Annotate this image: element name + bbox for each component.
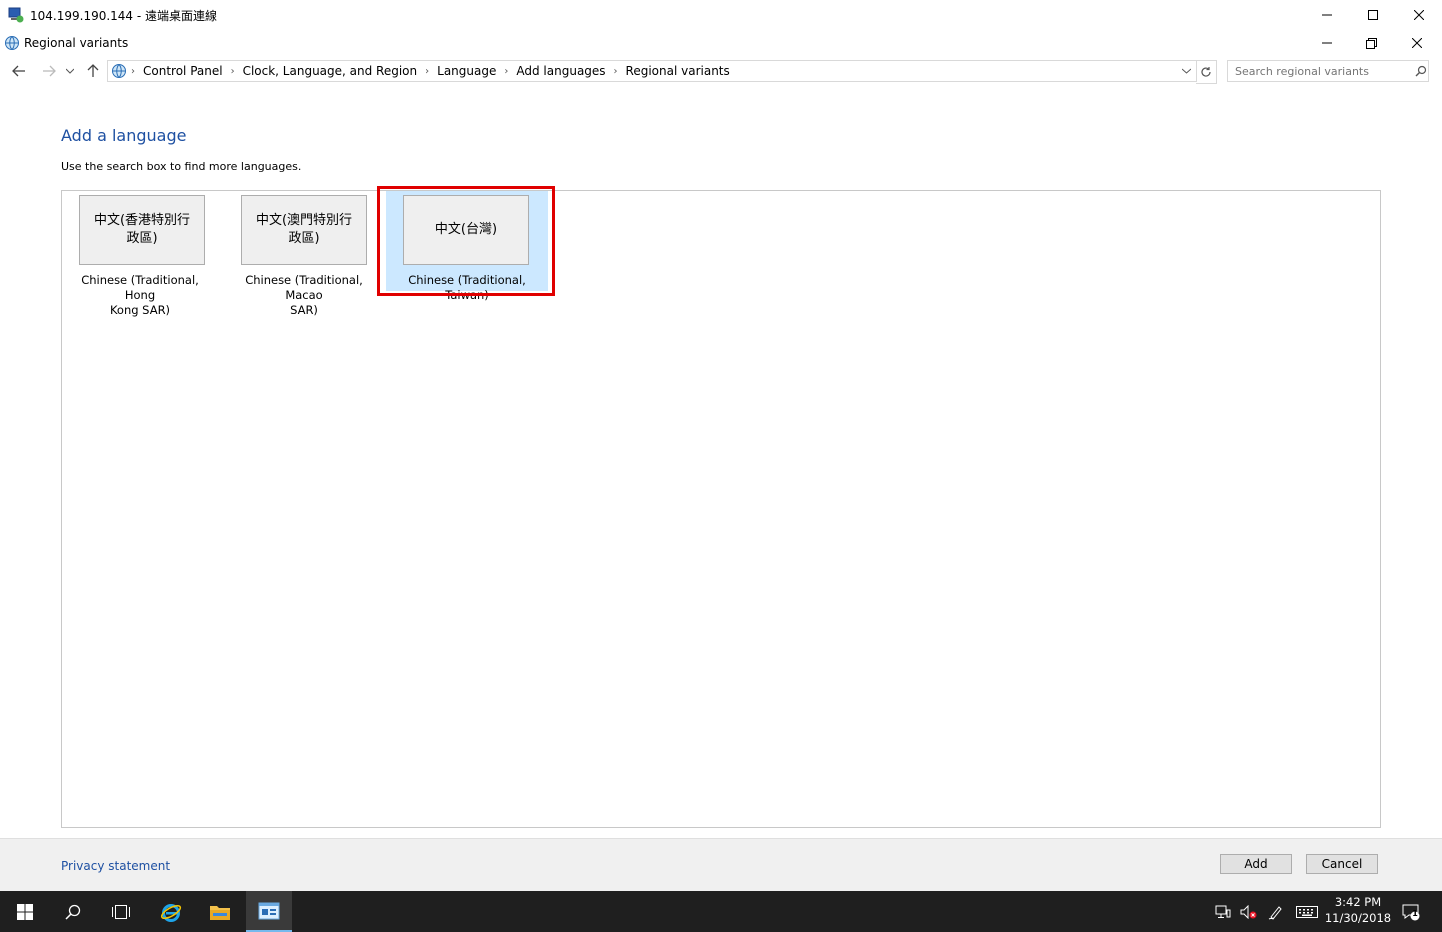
window-title-bar: Regional variants: [0, 30, 1442, 56]
close-button[interactable]: [1394, 28, 1440, 58]
breadcrumb-separator[interactable]: ›: [227, 66, 239, 77]
address-bar[interactable]: › Control Panel › Clock, Language, and R…: [107, 60, 1197, 82]
window-title: Regional variants: [24, 36, 129, 50]
taskbar-search-button[interactable]: [50, 891, 96, 932]
navigation-bar: › Control Panel › Clock, Language, and R…: [0, 58, 1442, 84]
close-icon: [1412, 38, 1422, 48]
folder-icon: [210, 905, 230, 920]
rdp-app-icon: [8, 7, 24, 23]
chevron-down-icon: [66, 68, 74, 74]
breadcrumb-clock-language-region[interactable]: Clock, Language, and Region: [239, 64, 422, 78]
chevron-down-icon: [1182, 68, 1191, 74]
rdp-maximize-button[interactable]: [1350, 0, 1396, 30]
close-icon: [1414, 10, 1424, 20]
language-tile-caption: Chinese (Traditional, Hong Kong SAR): [81, 273, 199, 317]
instruction-text: Use the search box to find more language…: [61, 160, 302, 173]
minimize-icon: [1322, 42, 1332, 44]
rdp-minimize-button[interactable]: [1304, 0, 1350, 30]
minimize-button[interactable]: [1304, 28, 1350, 58]
back-button[interactable]: [10, 62, 28, 80]
address-dropdown-button[interactable]: [1182, 68, 1191, 74]
rdp-close-button[interactable]: [1396, 0, 1442, 30]
search-input[interactable]: [1233, 63, 1407, 79]
notification-count-badge: 1: [1412, 909, 1418, 918]
language-tile-native-name: 中文(澳門特別行 政區): [241, 195, 367, 265]
language-tile-hong-kong[interactable]: 中文(香港特別行 政區) Chinese (Traditional, Hong Ko…: [69, 195, 225, 317]
task-view-icon: [112, 904, 130, 919]
breadcrumb-language[interactable]: Language: [433, 64, 500, 78]
breadcrumb-separator[interactable]: ›: [127, 66, 139, 77]
cancel-button[interactable]: Cancel: [1306, 854, 1378, 874]
taskbar: 3:42 PM 11/30/2018 1: [0, 891, 1442, 932]
clock-time: 3:42 PM: [1334, 895, 1382, 909]
search-icon[interactable]: [1415, 65, 1427, 77]
rdp-title-bar: 104.199.190.144 - 遠端桌面連線: [0, 0, 1442, 30]
breadcrumb-separator[interactable]: ›: [421, 66, 433, 77]
control-panel-icon: [111, 63, 127, 79]
clock-date: 11/30/2018: [1324, 911, 1392, 925]
up-button[interactable]: [84, 62, 102, 80]
forward-button[interactable]: [40, 62, 58, 80]
arrow-right-icon: [43, 65, 56, 77]
globe-icon: [4, 35, 20, 51]
network-icon[interactable]: [1210, 891, 1236, 932]
arrow-left-icon: [12, 65, 25, 77]
internet-explorer-icon: [160, 903, 182, 922]
breadcrumb-control-panel[interactable]: Control Panel: [139, 64, 227, 78]
breadcrumb-separator[interactable]: ›: [500, 66, 512, 77]
action-center-button[interactable]: 1: [1396, 891, 1426, 932]
breadcrumb-separator[interactable]: ›: [610, 66, 622, 77]
touch-keyboard-icon[interactable]: [1292, 891, 1322, 932]
maximize-icon: [1368, 10, 1378, 20]
page-title: Add a language: [61, 126, 187, 145]
task-view-button[interactable]: [98, 891, 144, 932]
language-tile-caption: Chinese (Traditional, Macao SAR): [245, 273, 363, 317]
refresh-button[interactable]: [1196, 60, 1217, 84]
file-explorer-button[interactable]: [197, 891, 243, 932]
system-clock[interactable]: 3:42 PM 11/30/2018: [1322, 894, 1394, 926]
restore-button[interactable]: [1348, 28, 1394, 58]
search-box[interactable]: [1227, 60, 1429, 82]
search-icon: [65, 904, 81, 920]
restore-icon: [1365, 37, 1377, 49]
windows-logo-icon: [17, 903, 33, 920]
privacy-statement-link[interactable]: Privacy statement: [61, 859, 170, 873]
rdp-title: 104.199.190.144 - 遠端桌面連線: [30, 9, 218, 23]
pen-icon[interactable]: [1262, 891, 1290, 932]
breadcrumb-add-languages[interactable]: Add languages: [512, 64, 609, 78]
arrow-up-icon: [87, 64, 99, 77]
recent-locations-button[interactable]: [64, 62, 76, 80]
language-tile-macao[interactable]: 中文(澳門特別行 政區) Chinese (Traditional, Macao S…: [231, 195, 387, 317]
refresh-icon: [1201, 67, 1211, 77]
control-panel-taskbar-button[interactable]: [246, 891, 292, 932]
control-panel-window-icon: [258, 902, 280, 919]
start-button[interactable]: [2, 891, 48, 932]
language-tile-native-name: 中文(香港特別行 政區): [79, 195, 205, 265]
internet-explorer-button[interactable]: [148, 891, 194, 932]
dialog-footer: Privacy statement Add Cancel: [0, 838, 1442, 892]
volume-muted-icon[interactable]: [1236, 891, 1262, 932]
breadcrumb-regional-variants[interactable]: Regional variants: [622, 64, 734, 78]
selection-highlight-box: [377, 186, 555, 296]
minimize-icon: [1322, 14, 1332, 16]
add-button[interactable]: Add: [1220, 854, 1292, 874]
